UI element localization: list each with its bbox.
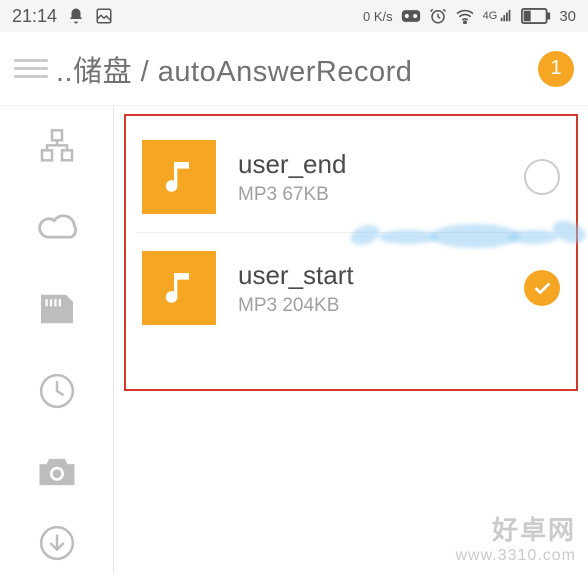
- breadcrumb[interactable]: ..储盘 / autoAnswerRecord: [56, 48, 528, 90]
- image-icon: [95, 7, 113, 25]
- file-meta: MP3 204KB: [238, 295, 524, 317]
- selection-count-badge[interactable]: 1: [538, 51, 574, 87]
- file-meta: MP3 67KB: [238, 184, 524, 206]
- file-name: user_end: [238, 149, 524, 180]
- watermark: 好卓网 www.3310.com: [456, 510, 577, 565]
- app-header: ..储盘 / autoAnswerRecord 1: [0, 32, 588, 106]
- select-checkbox[interactable]: [524, 159, 560, 195]
- main-area: user_end MP3 67KB user_start MP3 204KB: [0, 106, 588, 573]
- sidebar-item-storage[interactable]: [0, 269, 113, 350]
- watermark-url: www.3310.com: [456, 547, 577, 565]
- watermark-smudge: [368, 220, 578, 254]
- notification-bell-icon: [67, 7, 85, 25]
- alarm-icon: [429, 7, 447, 25]
- menu-button[interactable]: [14, 52, 48, 86]
- status-time: 21:14: [12, 6, 57, 27]
- sidebar-item-category[interactable]: [0, 106, 113, 187]
- sidebar-item-download[interactable]: [0, 512, 113, 573]
- file-list-panel: user_end MP3 67KB user_start MP3 204KB: [114, 106, 588, 573]
- file-name: user_start: [238, 260, 524, 291]
- sidebar-item-recent[interactable]: [0, 350, 113, 431]
- vr-icon: [401, 9, 421, 23]
- sidebar-item-cloud[interactable]: [0, 187, 113, 268]
- sidebar-item-camera[interactable]: [0, 431, 113, 512]
- watermark-title: 好卓网: [456, 510, 577, 547]
- music-file-icon: [142, 140, 216, 214]
- data-rate: 0 K/s: [363, 9, 393, 24]
- file-row[interactable]: user_end MP3 67KB: [136, 122, 566, 232]
- battery-text: 30: [559, 8, 576, 25]
- status-bar: 21:14 0 K/s 4G 30: [0, 0, 588, 32]
- wifi-icon: [455, 8, 475, 24]
- sidebar: [0, 106, 114, 573]
- battery-icon: [521, 8, 551, 24]
- select-checkbox-checked[interactable]: [524, 270, 560, 306]
- signal-4g: 4G: [483, 9, 514, 23]
- music-file-icon: [142, 251, 216, 325]
